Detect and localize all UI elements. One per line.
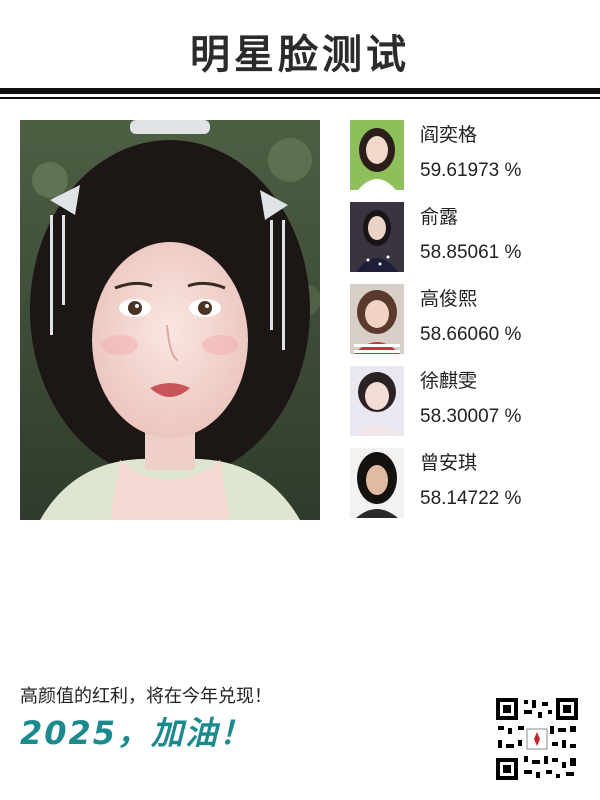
match-score: 59.61973 % xyxy=(420,160,522,181)
avatar xyxy=(350,448,404,518)
match-name: 徐麒雯 xyxy=(420,370,478,392)
cheer-text: 2025，加油！ xyxy=(20,714,254,752)
match-score: 58.14722 % xyxy=(420,488,522,509)
page-title: 明星脸测试 xyxy=(190,32,410,78)
match-name: 高俊熙 xyxy=(420,288,478,310)
match-item[interactable]: 高俊熙 58.66060 % xyxy=(350,284,590,356)
match-item[interactable]: 俞露 58.85061 % xyxy=(350,202,590,274)
uploaded-portrait-photo xyxy=(20,120,320,520)
match-score: 58.30007 % xyxy=(420,406,522,427)
match-name: 曾安琪 xyxy=(420,452,478,474)
qr-code-graphic xyxy=(494,696,580,782)
match-thumbnail xyxy=(350,202,404,272)
match-thumbnail xyxy=(350,284,404,354)
match-name: 阎奕格 xyxy=(420,124,478,146)
match-thumbnail xyxy=(350,448,404,518)
avatar xyxy=(350,366,404,436)
match-thumbnail xyxy=(350,120,404,190)
qr-code-icon[interactable] xyxy=(494,696,580,782)
match-thumbnail xyxy=(350,366,404,436)
avatar xyxy=(350,120,404,190)
title-divider-thick xyxy=(0,88,600,94)
portrait-illustration xyxy=(20,120,320,520)
match-name: 俞露 xyxy=(420,206,459,228)
avatar xyxy=(350,284,404,354)
match-item[interactable]: 徐麒雯 58.30007 % xyxy=(350,366,590,438)
title-divider-thin xyxy=(0,97,600,99)
match-score: 58.66060 % xyxy=(420,324,522,345)
slogan-text: 高颜值的红利，将在今年兑现！ xyxy=(20,686,272,707)
match-score: 58.85061 % xyxy=(420,242,522,263)
avatar xyxy=(350,202,404,272)
match-item[interactable]: 阎奕格 59.61973 % xyxy=(350,120,590,192)
match-item[interactable]: 曾安琪 58.14722 % xyxy=(350,448,590,520)
